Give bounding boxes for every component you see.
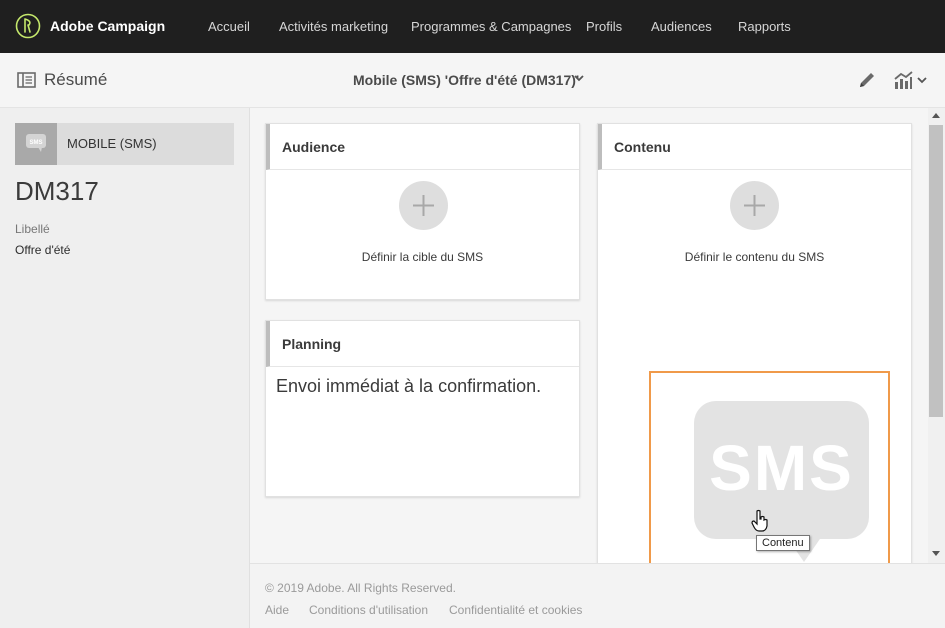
- nav-item-profils[interactable]: Profils: [586, 19, 622, 34]
- footer: © 2019 Adobe. All Rights Reserved. Aide …: [250, 563, 945, 628]
- plus-icon: [744, 195, 765, 216]
- label-field-title: Libellé: [15, 222, 50, 236]
- app-name[interactable]: Adobe Campaign: [50, 18, 165, 34]
- card-header: Audience: [266, 124, 579, 170]
- content-tooltip: Contenu: [756, 535, 810, 551]
- channel-label: MOBILE (SMS): [67, 136, 157, 151]
- delivery-code: DM317: [15, 176, 99, 206]
- svg-text:SMS: SMS: [29, 140, 42, 146]
- nav-item-accueil[interactable]: Accueil: [208, 19, 250, 34]
- add-content-button[interactable]: [730, 181, 779, 230]
- summary-panel: SMS MOBILE (SMS) DM317 Libellé Offre d'é…: [0, 108, 250, 628]
- nav-item-programmes-campagnes[interactable]: Programmes & Campagnes: [411, 19, 571, 34]
- add-audience-button[interactable]: [399, 181, 448, 230]
- card-title: Planning: [282, 336, 342, 352]
- highlight-box: [649, 371, 890, 584]
- audience-card: Audience Définir la cible du SMS: [265, 123, 580, 300]
- summary-toggle[interactable]: Résumé: [44, 70, 107, 90]
- nav-item-rapports[interactable]: Rapports: [738, 19, 791, 34]
- scrollbar-thumb[interactable]: [929, 125, 943, 417]
- pencil-icon[interactable]: [857, 70, 877, 90]
- plus-icon: [413, 195, 434, 216]
- label-field-value: Offre d'été: [15, 243, 71, 257]
- planning-card: Planning Envoi immédiat à la confirmatio…: [265, 320, 580, 497]
- delivery-title[interactable]: Mobile (SMS) 'Offre d'été (DM317)': [353, 72, 579, 88]
- planning-text[interactable]: Envoi immédiat à la confirmation.: [276, 376, 541, 397]
- scroll-down-arrow-icon[interactable]: [932, 551, 940, 556]
- card-title: Audience: [282, 139, 346, 155]
- delivery-header: Résumé Mobile (SMS) 'Offre d'été (DM317)…: [0, 53, 945, 108]
- footer-link-confidentialite[interactable]: Confidentialité et cookies: [449, 603, 582, 617]
- sms-bubble-icon: SMS: [26, 134, 46, 152]
- hand-pointer-cursor-icon: [751, 509, 768, 532]
- adobe-campaign-logo-icon[interactable]: [15, 13, 41, 39]
- copyright-text: © 2019 Adobe. All Rights Reserved.: [265, 581, 456, 595]
- define-target-link[interactable]: Définir la cible du SMS: [266, 250, 579, 264]
- channel-badge: SMS MOBILE (SMS): [15, 123, 234, 165]
- nav-item-audiences[interactable]: Audiences: [651, 19, 712, 34]
- summary-panel-icon[interactable]: [17, 72, 36, 88]
- nav-item-activites-marketing[interactable]: Activités marketing: [279, 19, 388, 34]
- chevron-down-icon[interactable]: [574, 75, 584, 82]
- top-navigation-bar: Adobe Campaign Accueil Activités marketi…: [0, 0, 945, 53]
- card-header: Planning: [266, 321, 579, 367]
- footer-link-aide[interactable]: Aide: [265, 603, 289, 617]
- report-chart-icon[interactable]: [893, 70, 913, 90]
- footer-link-conditions[interactable]: Conditions d'utilisation: [309, 603, 428, 617]
- chevron-down-icon[interactable]: [917, 77, 927, 84]
- define-content-link[interactable]: Définir le contenu du SMS: [598, 250, 911, 264]
- card-title: Contenu: [614, 139, 671, 155]
- scroll-up-arrow-icon[interactable]: [932, 113, 940, 118]
- card-header: Contenu: [598, 124, 911, 170]
- channel-icon-box: SMS: [15, 123, 57, 165]
